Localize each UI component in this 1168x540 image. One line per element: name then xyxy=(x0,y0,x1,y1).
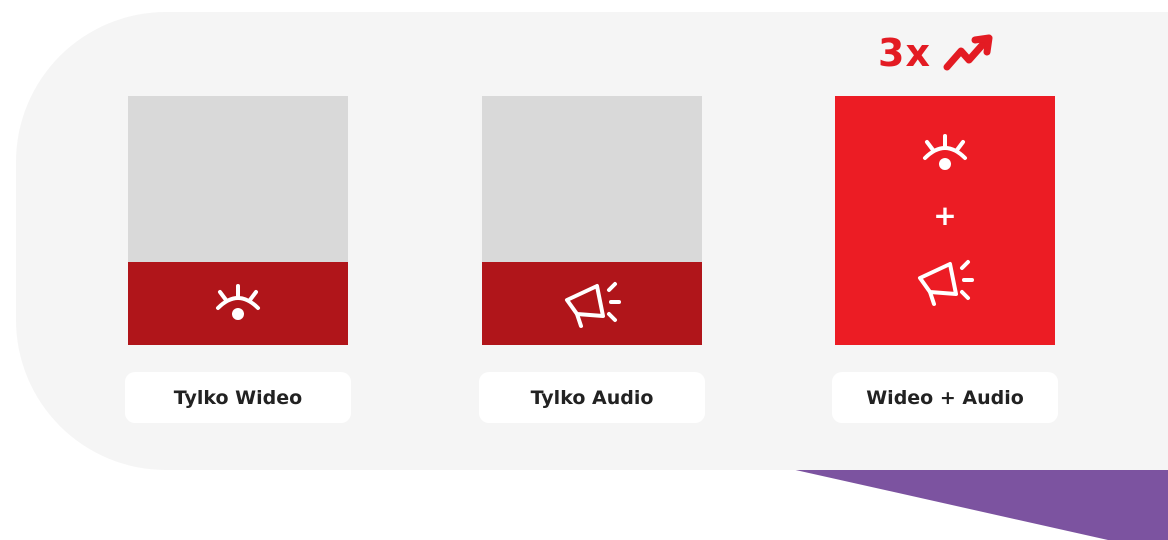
card-icon-band xyxy=(128,262,348,345)
megaphone-icon xyxy=(918,260,974,306)
label-video-and-audio: Wideo + Audio xyxy=(832,372,1058,423)
infographic: 3x Tylko Wideo Tylko Audio + Wideo + Aud… xyxy=(0,0,1168,540)
multiplier-badge: 3x xyxy=(878,28,1001,78)
label-audio-only: Tylko Audio xyxy=(479,372,705,423)
card-audio-only xyxy=(482,96,702,345)
multiplier-text: 3x xyxy=(878,31,931,75)
megaphone-icon xyxy=(565,281,621,328)
plus-sign: + xyxy=(933,199,957,232)
card-icon-band xyxy=(482,262,702,345)
card-video-only xyxy=(128,96,348,345)
eye-icon xyxy=(216,283,260,320)
label-video-only: Tylko Wideo xyxy=(125,372,351,423)
card-video-and-audio: + xyxy=(835,96,1055,345)
trending-up-arrow-icon xyxy=(943,34,993,71)
card-placeholder xyxy=(482,96,702,262)
card-placeholder xyxy=(128,96,348,262)
eye-icon xyxy=(923,134,967,170)
